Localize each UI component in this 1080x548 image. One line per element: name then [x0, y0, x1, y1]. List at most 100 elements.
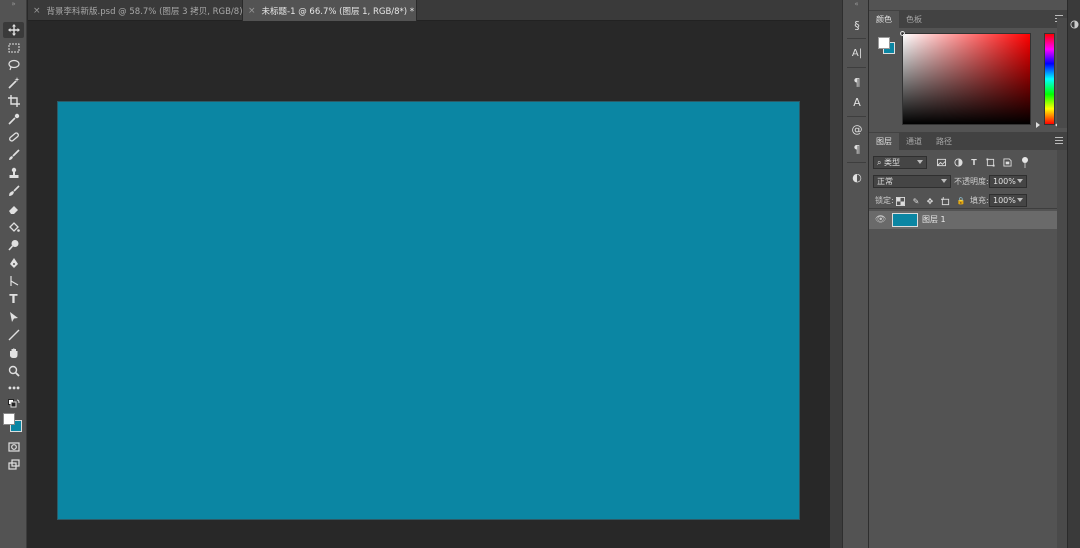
- dodge-icon[interactable]: [3, 237, 24, 253]
- panel-divider: [869, 208, 1067, 209]
- collapse-grip[interactable]: »: [0, 0, 27, 8]
- hand-icon[interactable]: [3, 345, 24, 361]
- fill-label: 填充:: [970, 196, 989, 205]
- panel-foreground-swatch[interactable]: [878, 37, 890, 49]
- filter-search-icon: ⌕: [877, 158, 882, 167]
- filter-toggle-stem: [1024, 163, 1026, 168]
- screen-mode-icon[interactable]: [3, 457, 24, 473]
- image-filter-icon[interactable]: [936, 157, 946, 167]
- adjustment-filter-icon[interactable]: [953, 157, 963, 167]
- layer-filter-dropdown[interactable]: ⌕ 类型: [873, 156, 927, 169]
- more-tools-glyph: •••: [7, 384, 20, 393]
- default-colors-icon[interactable]: [3, 399, 24, 411]
- chevron-down-icon: [941, 179, 947, 183]
- opacity-field[interactable]: 100%: [989, 175, 1027, 188]
- opacity-value: 100%: [993, 177, 1016, 186]
- glyph-panel-icon[interactable]: @: [849, 121, 865, 137]
- opacity-label: 不透明度:: [954, 177, 989, 186]
- paint-bucket-icon[interactable]: [3, 219, 24, 235]
- color-panel-tabs: 颜色 色板: [869, 10, 1067, 28]
- filter-kind-label: 类型: [884, 158, 901, 167]
- shape-filter-icon[interactable]: [985, 157, 995, 167]
- dock-divider: [847, 162, 866, 163]
- color-panel-scrollbar[interactable]: [1057, 18, 1067, 128]
- hue-slider-handle-left[interactable]: [1036, 122, 1040, 128]
- tab-color[interactable]: 颜色: [869, 11, 899, 28]
- pen-icon[interactable]: [3, 255, 24, 271]
- character-styles-icon[interactable]: A: [849, 94, 865, 110]
- extra-panel-icon[interactable]: [1070, 20, 1079, 29]
- document-tab-title: 未标题-1 @ 66.7% (图层 1, RGB/8*) *: [261, 6, 415, 17]
- layers-panel-scrollbar[interactable]: [1057, 150, 1067, 548]
- close-tab-icon[interactable]: ×: [248, 6, 256, 16]
- layers-panel-menu-icon[interactable]: [1055, 137, 1063, 144]
- smart-object-filter-icon[interactable]: [1002, 157, 1012, 167]
- healing-brush-icon[interactable]: [3, 129, 24, 145]
- blend-mode-value: 正常: [877, 177, 893, 186]
- lock-paint-icon[interactable]: ✎: [911, 196, 921, 206]
- fill-field[interactable]: 100%: [989, 194, 1027, 207]
- lock-artboard-icon[interactable]: [940, 196, 950, 206]
- more-tools-icon[interactable]: •••: [3, 381, 24, 397]
- tab-paths[interactable]: 路径: [929, 133, 959, 150]
- move-icon[interactable]: [3, 22, 24, 38]
- history-icon[interactable]: §: [849, 17, 865, 33]
- color-picker-handle[interactable]: [900, 31, 905, 36]
- lasso-icon[interactable]: [3, 57, 24, 73]
- dock-divider: [847, 67, 866, 68]
- clone-stamp-icon[interactable]: [3, 165, 24, 181]
- dock-divider: [847, 38, 866, 39]
- collapsed-panel-dock: « § A| ¶ A @ ¶ ◐: [842, 0, 869, 548]
- document-canvas[interactable]: [57, 101, 800, 520]
- tab-swatches[interactable]: 色板: [899, 11, 929, 28]
- document-tab-1[interactable]: × 背景李科新版.psd @ 58.7% (图层 3 拷贝, RGB/8) *: [28, 0, 243, 21]
- dock-collapse-grip[interactable]: «: [843, 0, 870, 8]
- layers-panel-tabs: 图层 通道 路径: [869, 132, 1067, 150]
- foreground-color-swatch[interactable]: [3, 413, 15, 425]
- right-edge-dock: [1067, 0, 1080, 548]
- color-swatches-icon[interactable]: [3, 413, 24, 435]
- crop-icon[interactable]: [3, 93, 24, 109]
- right-panel-column: 颜色 色板 图层 通道 路径 ⌕ 类型 T 正常 不透明度: 100% 锁定: …: [869, 0, 1067, 548]
- tab-channels[interactable]: 通道: [899, 133, 929, 150]
- direct-select-icon[interactable]: [3, 309, 24, 325]
- character-icon[interactable]: A|: [849, 45, 865, 61]
- close-tab-icon[interactable]: ×: [33, 6, 41, 16]
- layer-row[interactable]: 👁 图层 1: [869, 211, 1057, 229]
- tab-layers[interactable]: 图层: [869, 133, 899, 150]
- layer-name[interactable]: 图层 1: [922, 215, 946, 225]
- chevron-down-icon: [917, 160, 923, 164]
- hue-slider[interactable]: [1044, 33, 1055, 125]
- document-tab-2[interactable]: × 未标题-1 @ 66.7% (图层 1, RGB/8*) *: [243, 0, 417, 21]
- zoom-icon[interactable]: [3, 363, 24, 379]
- lock-label: 锁定:: [875, 196, 894, 205]
- text-tool-glyph: T: [9, 292, 18, 306]
- chevron-down-icon: [1017, 179, 1023, 183]
- history-brush-icon[interactable]: [3, 183, 24, 199]
- blend-mode-dropdown[interactable]: 正常: [873, 175, 951, 188]
- quick-mask-icon[interactable]: [3, 439, 24, 455]
- paragraph-icon[interactable]: ¶: [849, 141, 865, 157]
- lock-position-icon[interactable]: ✥: [925, 196, 935, 206]
- lock-pixels-icon[interactable]: [895, 196, 905, 206]
- eyedropper-icon[interactable]: [3, 111, 24, 127]
- magic-wand-icon[interactable]: [3, 75, 24, 91]
- brush-icon[interactable]: [3, 147, 24, 163]
- adjustments-icon[interactable]: ◐: [849, 169, 865, 185]
- lock-all-icon[interactable]: 🔒: [956, 196, 966, 206]
- fill-value: 100%: [993, 196, 1016, 205]
- eraser-icon[interactable]: [3, 201, 24, 217]
- type-filter-icon[interactable]: T: [969, 157, 979, 167]
- text-icon[interactable]: T: [3, 291, 24, 307]
- dock-divider: [847, 116, 866, 117]
- paragraph-styles-icon[interactable]: ¶: [849, 74, 865, 90]
- tools-panel: » T •••: [0, 0, 27, 548]
- workspace-scrollbar[interactable]: [830, 0, 842, 548]
- path-select-icon[interactable]: [3, 273, 24, 289]
- eye-icon[interactable]: 👁: [875, 214, 886, 226]
- layer-thumbnail: [892, 213, 918, 227]
- marquee-icon[interactable]: [3, 40, 24, 56]
- color-field[interactable]: [902, 33, 1031, 125]
- document-tab-title: 背景李科新版.psd @ 58.7% (图层 3 拷贝, RGB/8) *: [46, 6, 243, 17]
- line-icon[interactable]: [3, 327, 24, 343]
